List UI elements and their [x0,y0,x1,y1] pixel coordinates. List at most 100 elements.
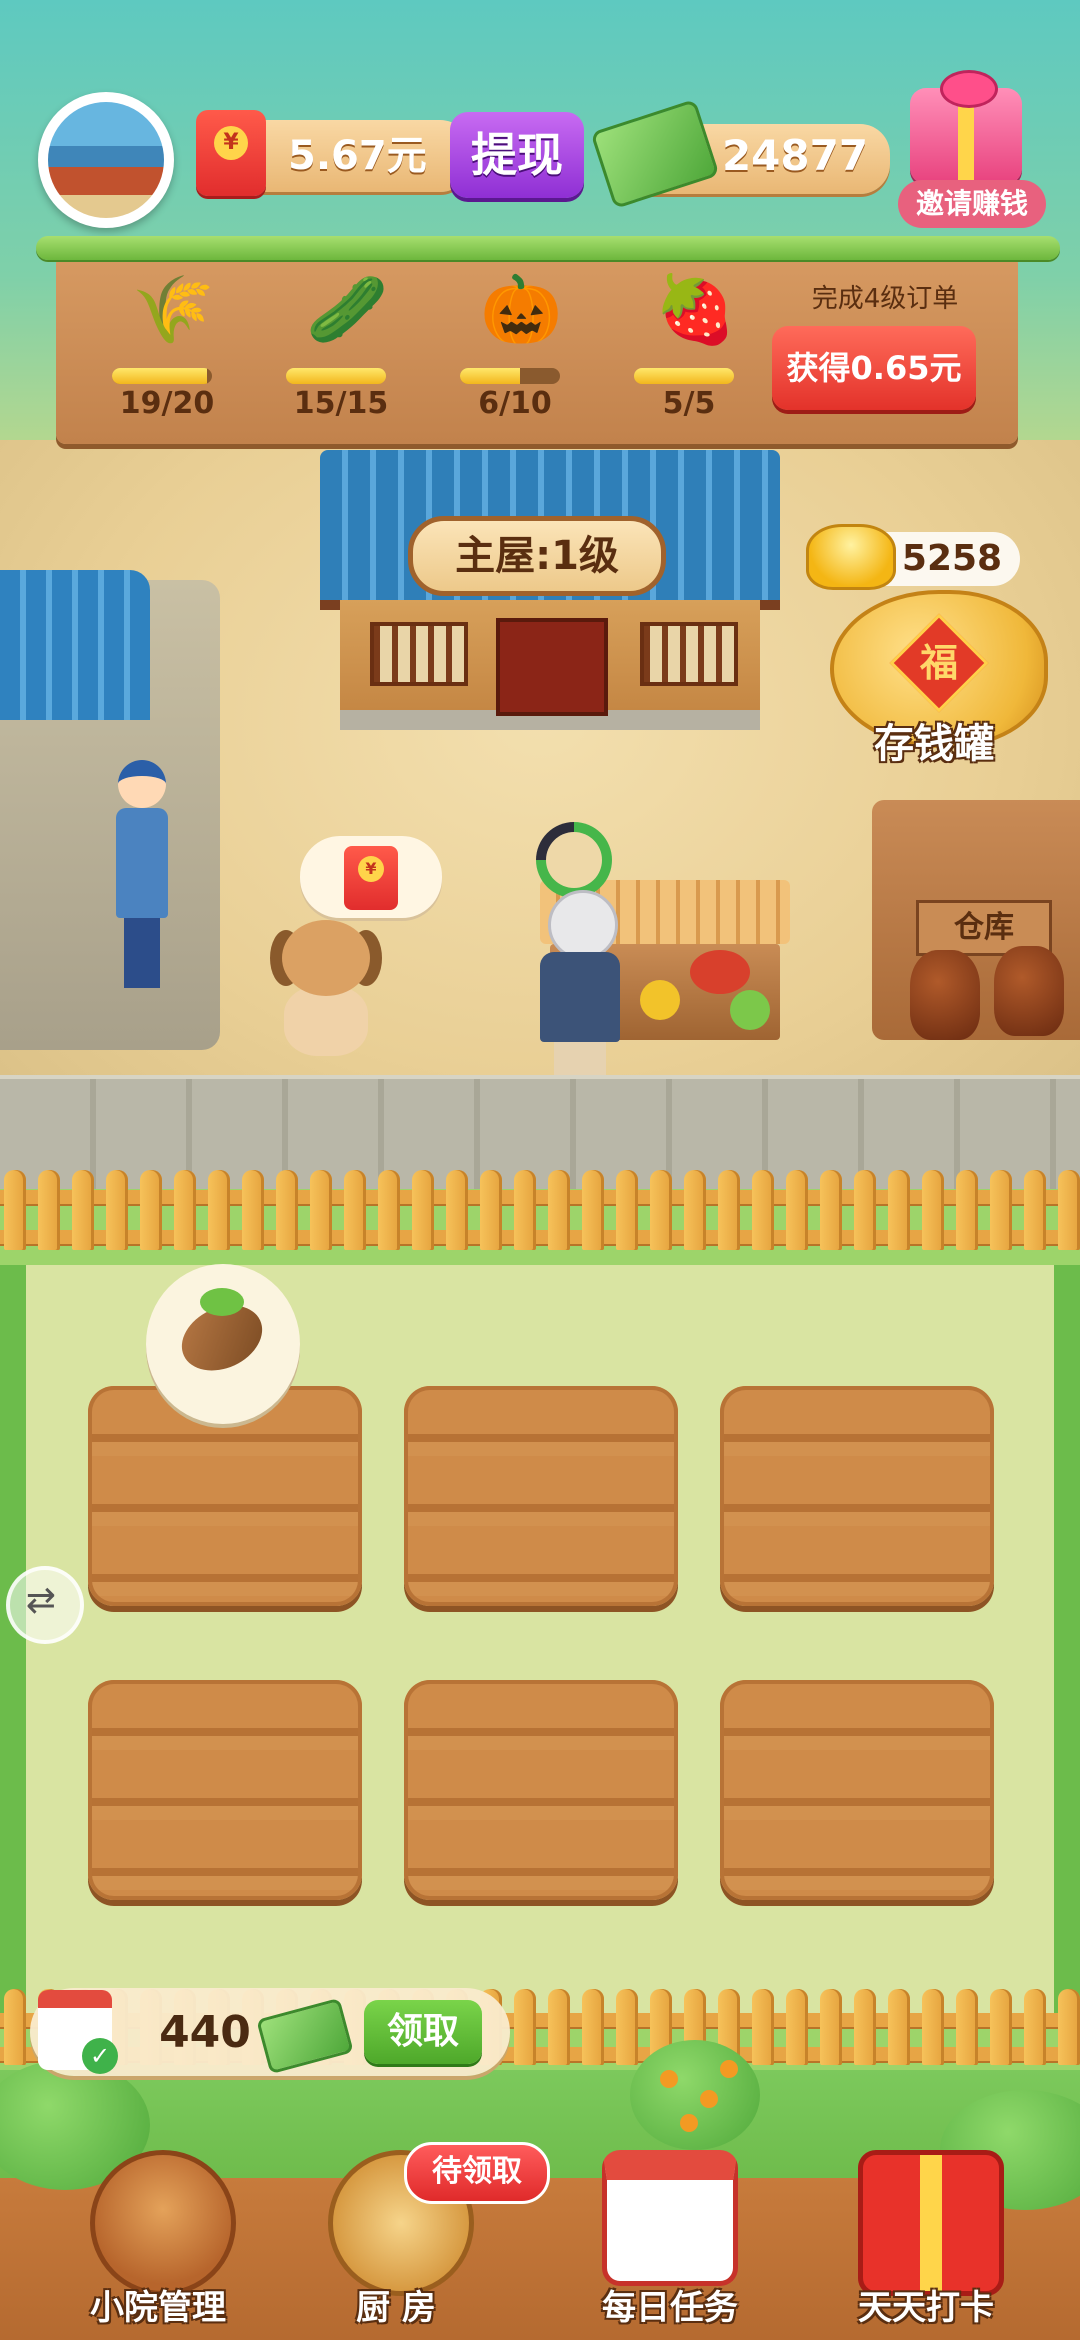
fence-picket [1024,1170,1046,1250]
dog-character[interactable] [268,920,384,1060]
nav-label: 每日任务 [602,2288,738,2328]
crop-progress [112,368,207,384]
fence-picket [208,1170,230,1250]
wheat-icon: 🌾 [132,271,215,348]
fence-picket [106,1170,128,1250]
fence-picket [548,1989,570,2065]
order-crop-cucumber: 🥒 15/15 [266,256,416,436]
fence-picket [718,1170,740,1250]
nav-label: 厨 房 [356,2288,436,2328]
fence-picket [786,1170,808,1250]
nav-daily-checkin[interactable]: 天天打卡 [836,2130,1016,2340]
fence-picket [174,1170,196,1250]
nav-label: 小院管理 [90,2288,226,2328]
nav-label: 天天打卡 [858,2288,994,2328]
order-crop-wheat: 🌾 19/20 [92,256,242,436]
fence-picket [514,1170,536,1250]
fence-picket [310,1170,332,1250]
cash-balance: 5.67元 [288,133,427,179]
fence-picket [956,1170,978,1250]
fence-picket [242,1170,264,1250]
farm-plot-6[interactable] [720,1680,994,1900]
fence-picket [888,1989,910,2065]
seed-bubble[interactable] [146,1264,300,1424]
fence-picket [684,1170,706,1250]
fence-picket [38,1170,60,1250]
kitchen-pending-badge: 待领取 [404,2142,550,2204]
fence-picket [378,1170,400,1250]
piggy-bank-label: 存钱罐 [874,721,994,767]
main-house-level-sign[interactable]: 主屋:1级 [408,516,666,596]
red-envelope-icon: ¥ [196,110,266,196]
fence-picket [446,1170,468,1250]
farm-plot-3[interactable] [720,1386,994,1606]
crop-count: 5/5 [662,386,716,421]
invite-earn-button[interactable]: 邀请赚钱 [898,180,1046,228]
crop-count: 19/20 [119,386,215,421]
nav-daily-tasks[interactable]: 每日任务 [580,2130,760,2340]
strawberry-icon: 🍓 [654,271,737,348]
fence-picket [480,1170,502,1250]
kitchen-awning [0,570,150,720]
player-avatar[interactable] [38,92,174,228]
fence-picket [990,1170,1012,1250]
fence-picket [820,1170,842,1250]
fence-picket [276,1170,298,1250]
fence-picket [344,1170,366,1250]
fence-picket [820,1989,842,2065]
claim-button[interactable]: 领取 [364,2000,482,2064]
fence-picket [412,1170,434,1250]
fence-picket [888,1170,910,1250]
red-envelope-icon[interactable]: ¥ [344,846,398,910]
fence-picket [140,1170,162,1250]
crop-count: 6/10 [478,386,552,421]
fence-picket [922,1989,944,2065]
gold-ingot-icon [806,524,896,590]
farm-plot-5[interactable] [404,1680,678,1900]
fence-picket [752,1170,774,1250]
crop-progress [460,368,520,384]
withdraw-button[interactable]: 提现 [450,112,584,198]
fence-picket [616,1170,638,1250]
fence-top [0,1160,1080,1270]
order-crop-pumpkin: 🎃 6/10 [440,256,590,436]
coin-balance: 24877 [721,131,869,180]
fence-picket [752,1989,774,2065]
order-condition: 完成4级订单 [811,284,959,314]
fence-picket [922,1170,944,1250]
fence-picket [4,1170,26,1250]
fence-picket [854,1170,876,1250]
swap-view-button[interactable]: ⇄ [6,1566,84,1644]
fence-picket [956,1989,978,2065]
nav-courtyard-management[interactable]: 小院管理 [68,2130,248,2340]
gift-box-icon [858,2150,1004,2296]
farm-plot-4[interactable] [88,1680,362,1900]
farm-plot-2[interactable] [404,1386,678,1606]
fence-picket [854,1989,876,2065]
crop-progress [286,368,386,384]
cucumber-icon: 🥒 [306,271,389,348]
fence-picket [548,1170,570,1250]
fence-picket [582,1989,604,2065]
earnings-amount: 440 [159,2007,251,2058]
cook-character[interactable] [112,760,172,990]
pumpkin-icon: 🎃 [480,271,563,348]
fence-picket [514,1989,536,2065]
order-crop-strawberry: 🍓 5/5 [614,256,764,436]
work-progress-ring [536,822,612,898]
order-reward-button[interactable]: 获得0.65元 [772,326,976,410]
fence-picket [1058,1989,1080,2065]
fence-picket [650,1170,672,1250]
gold-amount: 5258 [901,538,1003,579]
fence-picket [582,1170,604,1250]
check-icon: ✓ [82,2038,118,2074]
barn-icon [90,2150,236,2296]
fence-picket [4,1989,26,2065]
wine-jar-icon [910,950,980,1040]
fence-picket [786,1989,808,2065]
fence-picket [1024,1989,1046,2065]
gift-box-icon[interactable] [910,70,1022,184]
crop-progress [634,368,734,384]
fence-picket [72,1170,94,1250]
crop-count: 15/15 [293,386,389,421]
